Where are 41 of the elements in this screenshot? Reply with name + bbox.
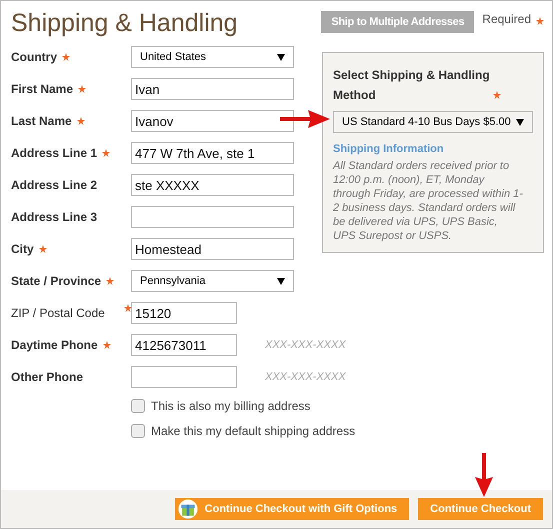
required-star-icon [493, 91, 501, 99]
input-field[interactable] [131, 206, 294, 228]
input-field[interactable]: Ivan [131, 78, 294, 100]
field-label: City [11, 242, 34, 256]
field-label: Daytime Phone [11, 338, 98, 352]
field-label: State / Province [11, 274, 102, 288]
page-title: Shipping & Handling [11, 8, 239, 38]
field-label: Last Name [11, 114, 72, 128]
checkbox-label: This is also my billing address [151, 398, 310, 412]
format-hint: XXX-XXX-XXXX [265, 339, 346, 351]
required-star-icon [536, 17, 544, 25]
select-field[interactable]: Pennsylvania [131, 270, 294, 292]
caret-icon [277, 278, 285, 284]
input-field[interactable] [131, 366, 237, 388]
shipping-info-text: All Standard orders received prior to 12:00 p.m. (noon), ET, Monday through Friday, are processed within 1-2 business days. Standard orders will be delivered via UPS, UPS Basic, UPS Surepost or USPS. [333, 159, 523, 243]
checkbox[interactable] [131, 398, 145, 412]
caret-icon [516, 118, 524, 126]
input-field[interactable]: 15120 [131, 302, 237, 324]
field-label: Other Phone [11, 370, 84, 384]
field-label: Country [11, 50, 57, 64]
select-field[interactable]: United States [131, 46, 294, 68]
input-field[interactable]: 477 W 7th Ave, ste 1 [131, 142, 294, 164]
field-label: Address Line 2 [11, 178, 98, 192]
input-field[interactable]: ste XXXXX [131, 174, 294, 196]
pointer-arrow [475, 453, 493, 497]
required-note: Required [482, 12, 531, 26]
input-field[interactable]: Homestead [131, 238, 294, 260]
field-label: Address Line 3 [11, 210, 98, 224]
checkbox[interactable] [131, 424, 145, 438]
panel-heading: Select Shipping & Handling Method [333, 67, 491, 104]
caret-icon [277, 54, 285, 60]
gift-icon [176, 498, 199, 520]
input-field[interactable]: 4125673011 [131, 334, 237, 356]
field-label: Address Line 1 [11, 146, 98, 160]
input-field[interactable]: Ivanov [131, 110, 294, 132]
shipping-method-select[interactable]: US Standard 4-10 Bus Days $5.00 [333, 111, 533, 133]
field-label: First Name [11, 82, 74, 96]
pointer-arrow [280, 108, 330, 130]
checkbox-label: Make this my default shipping address [151, 424, 356, 438]
format-hint: XXX-XXX-XXXX [265, 371, 346, 383]
field-label: ZIP / Postal Code [11, 306, 105, 320]
